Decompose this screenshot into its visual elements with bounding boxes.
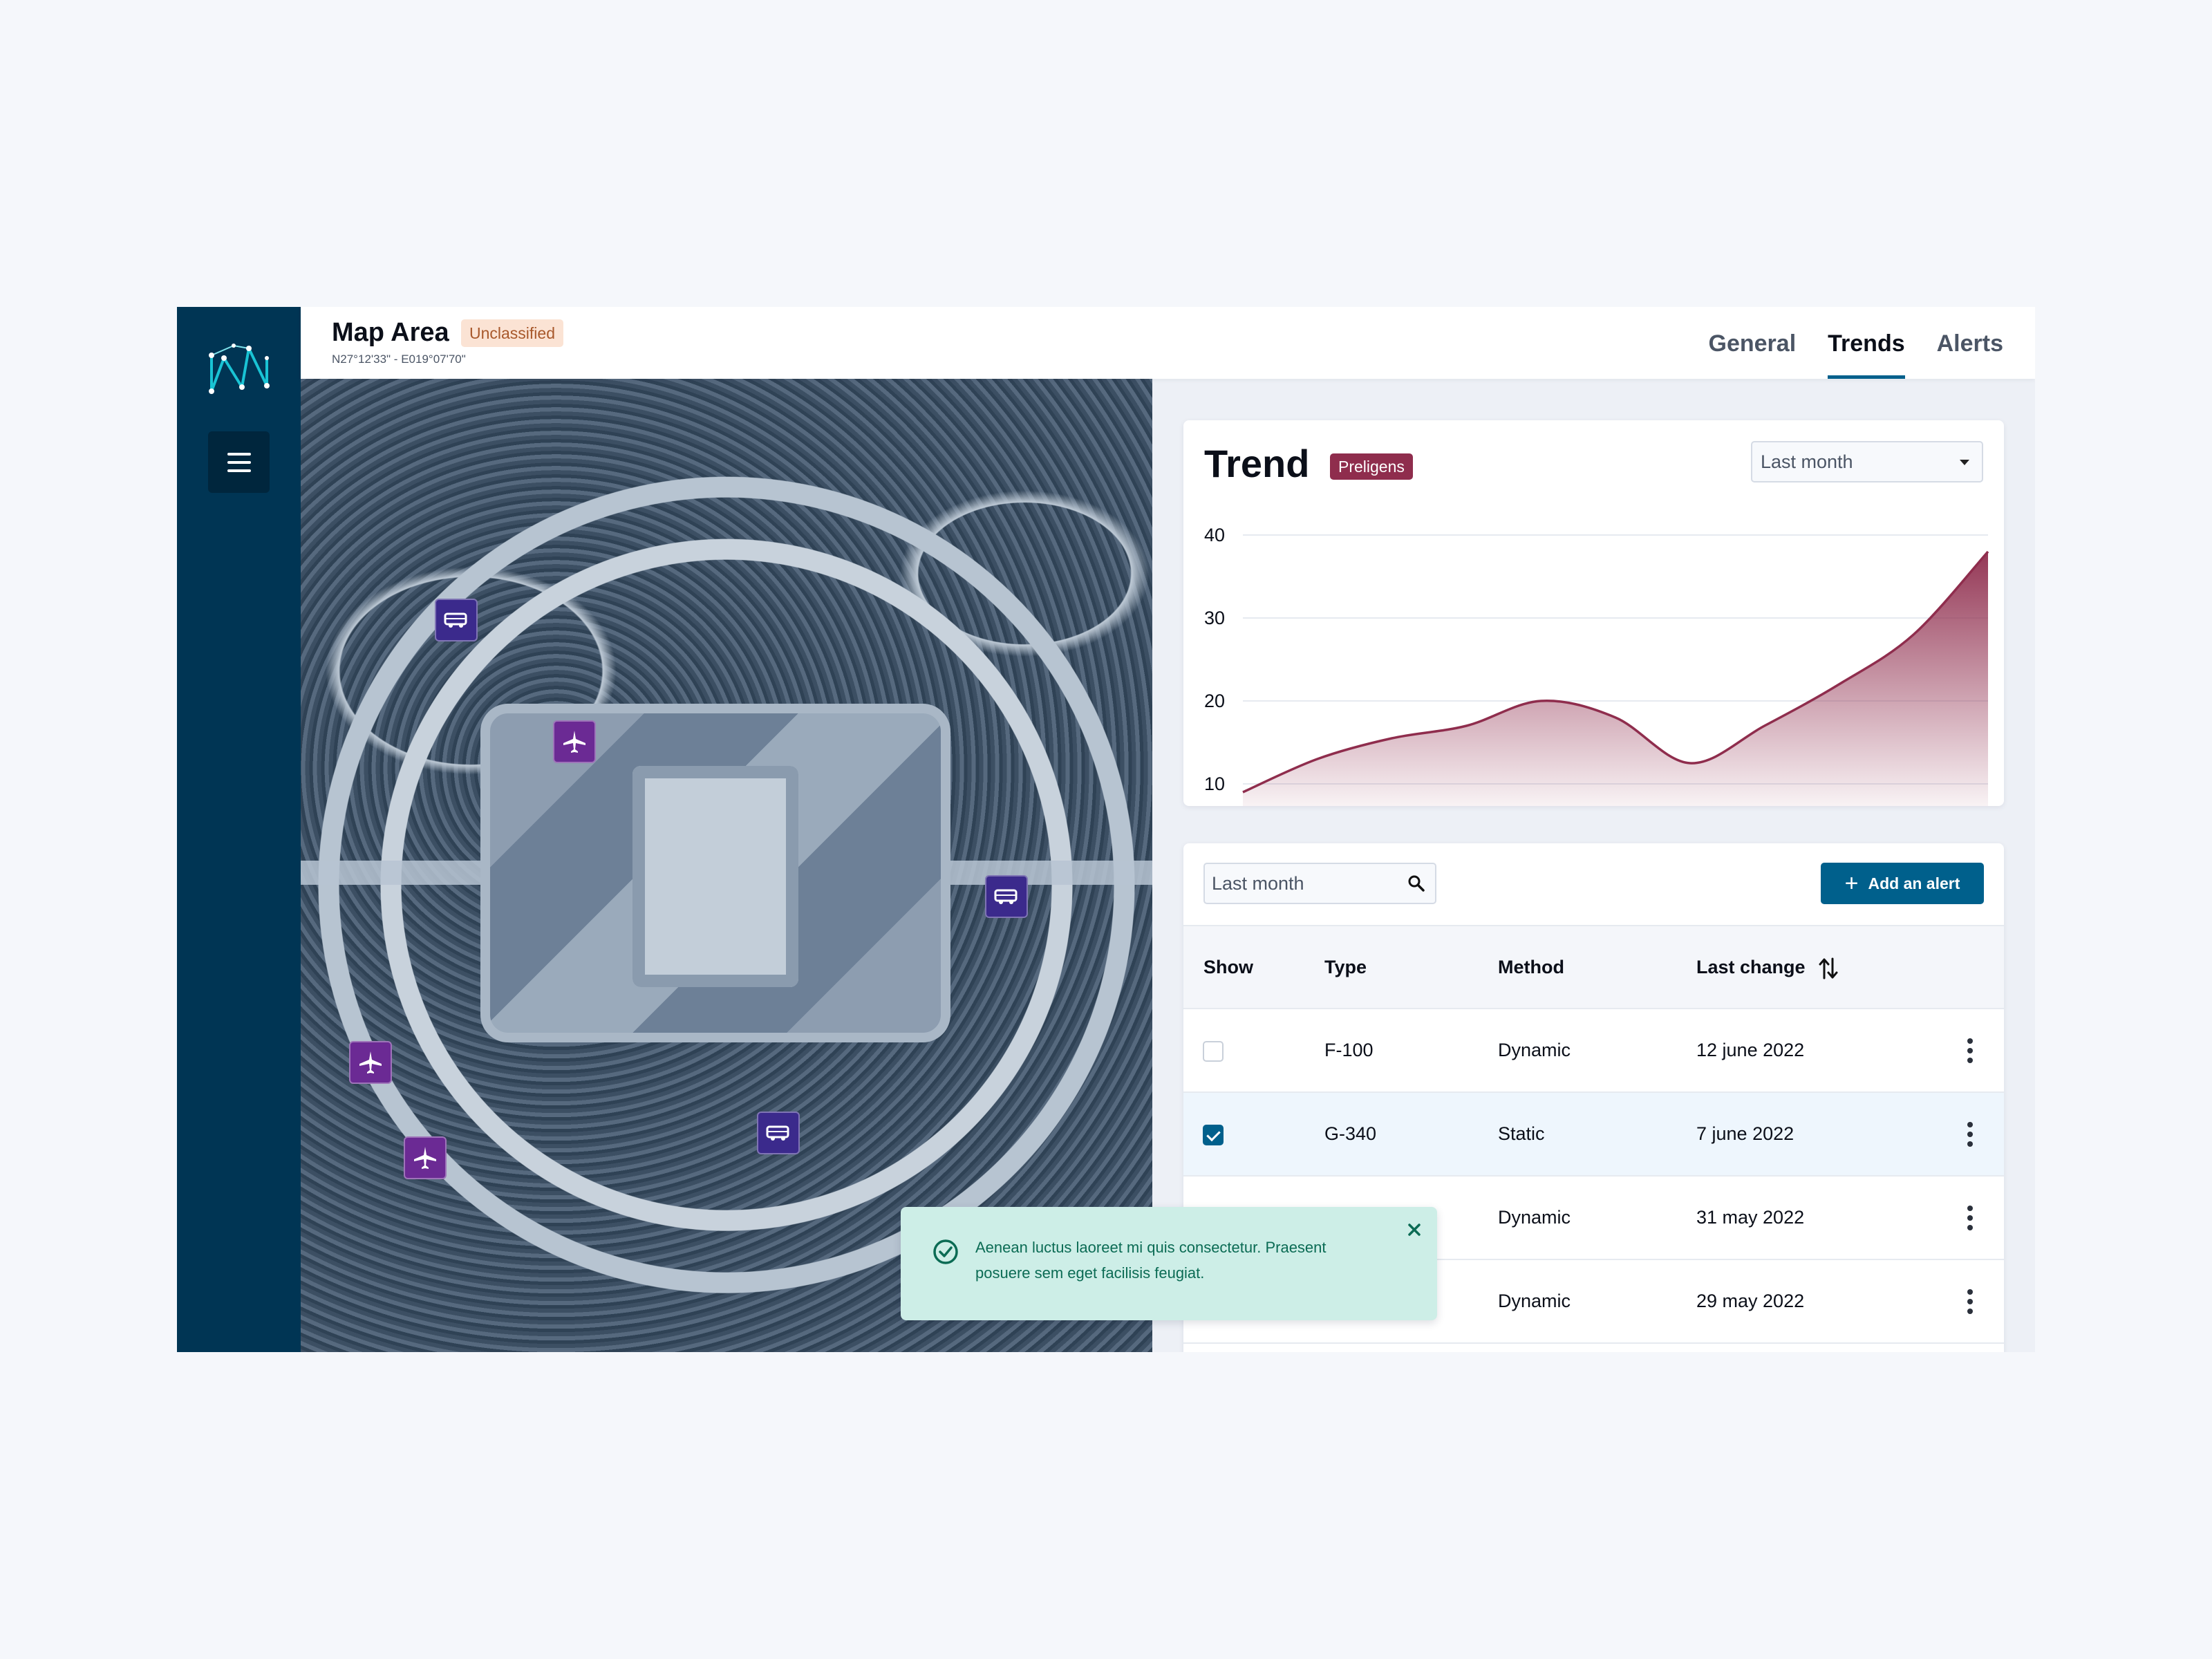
airplane-marker[interactable] <box>349 1041 392 1084</box>
van-icon <box>766 1125 789 1141</box>
van-marker[interactable] <box>435 599 478 641</box>
header: Map Area Unclassified N27°12'33" - E019°… <box>301 307 2035 379</box>
van-marker[interactable] <box>757 1112 800 1154</box>
airplane-marker[interactable] <box>553 720 596 763</box>
column-method: Method <box>1498 957 1564 977</box>
column-last-change[interactable]: Last change <box>1696 926 1839 1008</box>
y-tick-label: 10 <box>1204 774 1225 794</box>
table-header: Show Type Method Last change <box>1183 925 2004 1009</box>
search-icon <box>1408 875 1425 892</box>
satellite-map[interactable] <box>301 379 1152 1352</box>
search-input[interactable] <box>1212 864 1398 903</box>
add-alert-label: Add an alert <box>1868 874 1960 892</box>
toast-message: Aenean luctus laoreet mi quis consectetu… <box>975 1239 1327 1282</box>
method-cell: Dynamic <box>1498 1291 1571 1311</box>
y-tick-label: 40 <box>1204 525 1225 545</box>
plus-icon: + <box>1844 870 1859 897</box>
app-logo-icon <box>209 344 270 394</box>
airplane-icon <box>563 731 585 753</box>
period-select[interactable]: Last month <box>1751 441 1983 482</box>
van-marker[interactable] <box>985 875 1028 918</box>
trend-area <box>1243 552 1988 806</box>
more-options-icon[interactable] <box>1967 1038 1974 1063</box>
tab-alerts[interactable]: Alerts <box>1937 307 2003 379</box>
y-tick-label: 30 <box>1204 608 1225 628</box>
column-show: Show <box>1203 957 1253 977</box>
airplane-icon <box>359 1051 382 1074</box>
coordinates: N27°12'33" - E019°07'70" <box>332 353 466 366</box>
success-toast: Aenean luctus laoreet mi quis consectetu… <box>901 1207 1437 1320</box>
close-icon[interactable] <box>1404 1219 1425 1240</box>
source-badge: Preligens <box>1330 453 1413 480</box>
airplane-icon <box>414 1147 436 1169</box>
period-select-value: Last month <box>1761 451 1853 472</box>
show-checkbox[interactable] <box>1203 1041 1224 1062</box>
right-panel: Trend Preligens Last month 10 20 30 40 L… <box>1152 379 2035 1352</box>
type-cell: F-100 <box>1324 1040 1374 1060</box>
trend-title: Trend <box>1204 442 1310 485</box>
add-alert-button[interactable]: + Add an alert <box>1821 863 1984 904</box>
show-checkbox[interactable] <box>1203 1125 1224 1145</box>
sort-icon[interactable] <box>1818 956 1839 981</box>
sidebar <box>177 307 301 1352</box>
tab-general[interactable]: General <box>1709 307 1797 379</box>
more-options-icon[interactable] <box>1967 1122 1974 1147</box>
table-row[interactable]: G-340 Static 7 june 2022 <box>1183 1093 2004 1177</box>
airplane-marker[interactable] <box>404 1136 447 1179</box>
van-icon <box>444 612 467 628</box>
trend-card: Trend Preligens Last month 10 20 30 40 <box>1183 420 2004 806</box>
last-change-cell: 29 may 2022 <box>1696 1291 1805 1311</box>
trend-chart: 10 20 30 40 <box>1204 525 1989 806</box>
tab-bar: General Trends Alerts <box>1709 307 2003 379</box>
search-field[interactable] <box>1203 863 1436 904</box>
y-tick-label: 20 <box>1204 691 1225 711</box>
table-row[interactable]: F-100 Dynamic 12 june 2022 <box>1183 1009 2004 1093</box>
page-title: Map Area <box>332 318 449 347</box>
more-options-icon[interactable] <box>1967 1206 1974 1230</box>
type-cell: G-340 <box>1324 1123 1377 1144</box>
van-icon <box>994 889 1018 904</box>
last-change-cell: 31 may 2022 <box>1696 1207 1805 1228</box>
column-type: Type <box>1324 957 1367 977</box>
hamburger-icon <box>227 452 251 456</box>
last-change-cell: 7 june 2022 <box>1696 1123 1794 1144</box>
method-cell: Dynamic <box>1498 1040 1571 1060</box>
last-change-cell: 12 june 2022 <box>1696 1040 1805 1060</box>
tab-trends[interactable]: Trends <box>1828 307 1906 379</box>
classification-badge: Unclassified <box>461 319 563 347</box>
app-window: Map Area Unclassified N27°12'33" - E019°… <box>177 307 2035 1352</box>
more-options-icon[interactable] <box>1967 1289 1974 1314</box>
check-circle-icon <box>933 1239 958 1264</box>
method-cell: Dynamic <box>1498 1207 1571 1228</box>
menu-button[interactable] <box>208 431 270 493</box>
caret-down-icon <box>1960 460 1969 465</box>
method-cell: Static <box>1498 1123 1545 1144</box>
